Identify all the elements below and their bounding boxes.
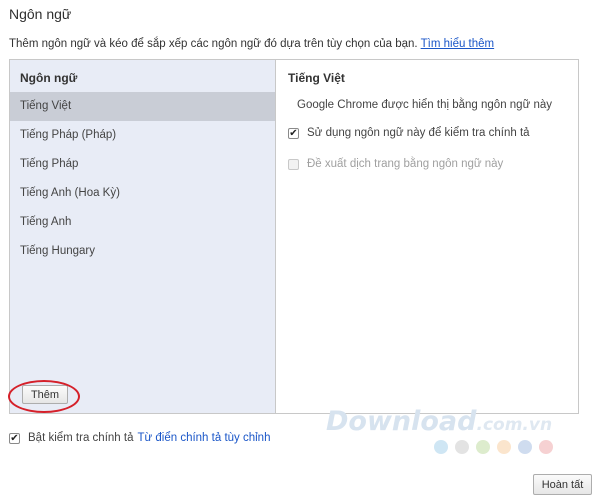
translate-label: Đề xuất dịch trang bằng ngôn ngữ này (307, 158, 504, 170)
language-list: Tiếng Việt Tiếng Pháp (Pháp) Tiếng Pháp … (10, 92, 275, 266)
spellcheck-checkbox[interactable]: ✔ (288, 127, 299, 139)
language-item-vietnamese[interactable]: Tiếng Việt (10, 92, 275, 121)
watermark-dot (539, 440, 553, 454)
enable-spellcheck-label: Bật kiểm tra chính tả (28, 432, 134, 444)
watermark-logo: Download.com.vn (326, 406, 552, 437)
watermark-dots (434, 440, 553, 454)
intro-description: Thêm ngôn ngữ và kéo để sắp xếp các ngôn… (9, 38, 418, 50)
language-item-hungarian[interactable]: Tiếng Hungary (10, 237, 275, 266)
selected-language-title: Tiếng Việt (288, 71, 345, 85)
language-details-pane: Tiếng Việt Google Chrome được hiển thị b… (276, 60, 578, 413)
language-settings-panel: Ngôn ngữ Tiếng Việt Tiếng Pháp (Pháp) Ti… (8, 59, 579, 414)
spellcheck-label: Sử dụng ngôn ngữ này để kiểm tra chính t… (307, 127, 530, 139)
watermark-dot (497, 440, 511, 454)
translate-option: Đề xuất dịch trang bằng ngôn ngữ này (288, 158, 503, 170)
learn-more-link[interactable]: Tìm hiểu thêm (421, 38, 495, 50)
language-item-french[interactable]: Tiếng Pháp (10, 150, 275, 179)
intro-text: Thêm ngôn ngữ và kéo để sắp xếp các ngôn… (9, 38, 494, 50)
watermark-dot (455, 440, 469, 454)
custom-dictionary-link[interactable]: Từ điển chính tả tùy chỉnh (137, 432, 270, 444)
language-list-pane: Ngôn ngữ Tiếng Việt Tiếng Pháp (Pháp) Ti… (8, 60, 276, 413)
dialog-title: Ngôn ngữ (9, 6, 72, 22)
watermark-dot (518, 440, 532, 454)
watermark-dot (476, 440, 490, 454)
translate-checkbox (288, 158, 299, 170)
language-list-header: Ngôn ngữ (20, 71, 78, 85)
add-language-button[interactable]: Thêm (22, 385, 68, 404)
language-item-english[interactable]: Tiếng Anh (10, 208, 275, 237)
enable-spellcheck-checkbox[interactable]: ✔ (9, 432, 20, 444)
spellcheck-option[interactable]: ✔ Sử dụng ngôn ngữ này để kiểm tra chính… (288, 127, 530, 139)
display-language-note: Google Chrome được hiển thị bằng ngôn ng… (297, 99, 553, 111)
watermark-domain: .com.vn (476, 415, 553, 435)
done-button[interactable]: Hoàn tất (533, 474, 592, 495)
enable-spellcheck-option[interactable]: ✔ Bật kiểm tra chính tả Từ điển chính tả… (9, 432, 270, 444)
language-item-french-france[interactable]: Tiếng Pháp (Pháp) (10, 121, 275, 150)
watermark-brand: Download (326, 406, 477, 437)
language-item-english-us[interactable]: Tiếng Anh (Hoa Kỳ) (10, 179, 275, 208)
watermark-dot (434, 440, 448, 454)
